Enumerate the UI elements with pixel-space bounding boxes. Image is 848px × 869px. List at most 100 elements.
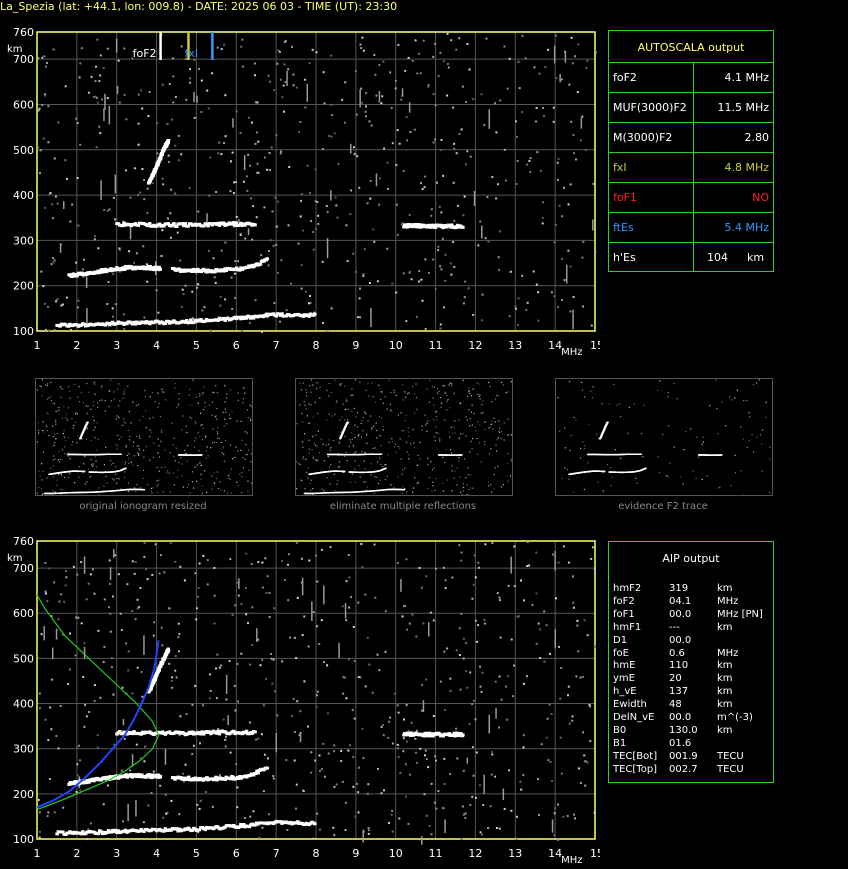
noise-dot [143, 198, 146, 201]
noise-dot [174, 669, 177, 672]
thumb-noise [173, 437, 175, 439]
thumb-noise [54, 458, 56, 460]
thumb-noise [597, 481, 599, 483]
noise-dot [484, 543, 487, 546]
noise-dot [480, 833, 483, 836]
thumb-noise [201, 464, 203, 466]
thumb-noise [101, 399, 103, 401]
noise-dot [261, 330, 263, 333]
thumb-noise [306, 415, 308, 417]
y-tick-label: 500 [13, 144, 34, 157]
noise-dot [365, 92, 368, 94]
noise-streak [301, 577, 304, 596]
noise-dot [444, 253, 447, 256]
noise-dot [374, 73, 377, 76]
thumb-noise [202, 392, 204, 394]
thumb-noise [57, 410, 59, 412]
noise-dot [571, 719, 574, 722]
autoscala-param-3: fxI [613, 161, 627, 174]
noise-dot [134, 618, 137, 621]
thumb-noise [394, 443, 396, 445]
thumb-noise [476, 438, 478, 440]
noise-streak [113, 549, 115, 558]
noise-dot [413, 128, 416, 131]
noise-dot [222, 718, 225, 721]
thumb-noise [685, 431, 687, 433]
noise-dot [472, 583, 475, 586]
thumb-noise [94, 393, 96, 395]
thumb-noise [211, 475, 213, 477]
noise-dot [82, 258, 85, 261]
noise-dot [446, 647, 449, 650]
noise-dot [224, 738, 227, 741]
noise-dot [244, 817, 246, 819]
thumb-noise [246, 432, 248, 434]
thumb-noise [510, 434, 512, 436]
noise-dot [526, 675, 528, 678]
noise-dot [147, 804, 150, 807]
noise-dot [56, 202, 59, 205]
thumb-noise [112, 478, 114, 480]
noise-dot [421, 683, 424, 686]
thumb-noise [224, 408, 226, 410]
thumb-noise [213, 472, 215, 474]
x-tick-label: 9 [352, 339, 359, 352]
noise-dot [405, 740, 408, 743]
thumb-noise [491, 401, 493, 403]
noise-dot [151, 182, 154, 185]
noise-dot [53, 329, 56, 332]
noise-dot [555, 77, 558, 80]
noise-dot [341, 780, 344, 783]
noise-streak [286, 70, 288, 87]
thumb-noise [363, 481, 365, 483]
aip-value: 48 [669, 699, 682, 711]
noise-dot [329, 546, 332, 549]
noise-dot [582, 240, 585, 243]
noise-dot [340, 760, 343, 762]
thumb-noise [561, 477, 563, 479]
noise-dot [224, 298, 227, 301]
noise-dot [285, 759, 288, 762]
thumb-noise [65, 413, 68, 415]
thumb-noise [401, 492, 403, 494]
noise-dot [515, 837, 518, 840]
noise-dot [481, 671, 484, 674]
aip-param: B1 [613, 737, 627, 749]
thumb-noise [195, 396, 198, 398]
thumb-noise [446, 394, 448, 397]
thumb-noise [608, 403, 611, 405]
thumb-noise [73, 383, 75, 385]
noise-dot [429, 611, 432, 614]
noise-dot [561, 257, 564, 260]
noise-dot [330, 103, 333, 106]
aip-param: hmF2 [613, 583, 642, 594]
noise-dot [453, 219, 456, 222]
thumb-noise [68, 455, 70, 457]
noise-dot [318, 828, 321, 831]
noise-dot [357, 811, 360, 814]
thumb-noise [301, 441, 304, 443]
thumb-noise [698, 456, 700, 458]
thumb-noise [95, 449, 98, 451]
thumb-noise [68, 386, 70, 388]
noise-dot [76, 573, 79, 576]
noise-dot [387, 736, 390, 739]
noise-dot [396, 233, 399, 236]
noise-dot [310, 771, 312, 774]
thumb-noise [174, 387, 176, 389]
thumb-noise [425, 424, 427, 426]
noise-dot [590, 324, 593, 327]
noise-dot [436, 181, 438, 184]
thumb-noise [462, 486, 465, 489]
x-tick-label: 14 [548, 339, 562, 352]
thumb-noise [217, 427, 219, 429]
x-tick-label: 4 [153, 339, 160, 352]
noise-streak [299, 734, 302, 743]
noise-dot [87, 91, 90, 94]
thumb-noise [375, 401, 377, 403]
noise-dot [169, 212, 172, 215]
noise-dot [498, 726, 500, 729]
noise-dot [396, 743, 399, 746]
thumb-noise [129, 436, 131, 438]
noise-dot [405, 558, 408, 561]
